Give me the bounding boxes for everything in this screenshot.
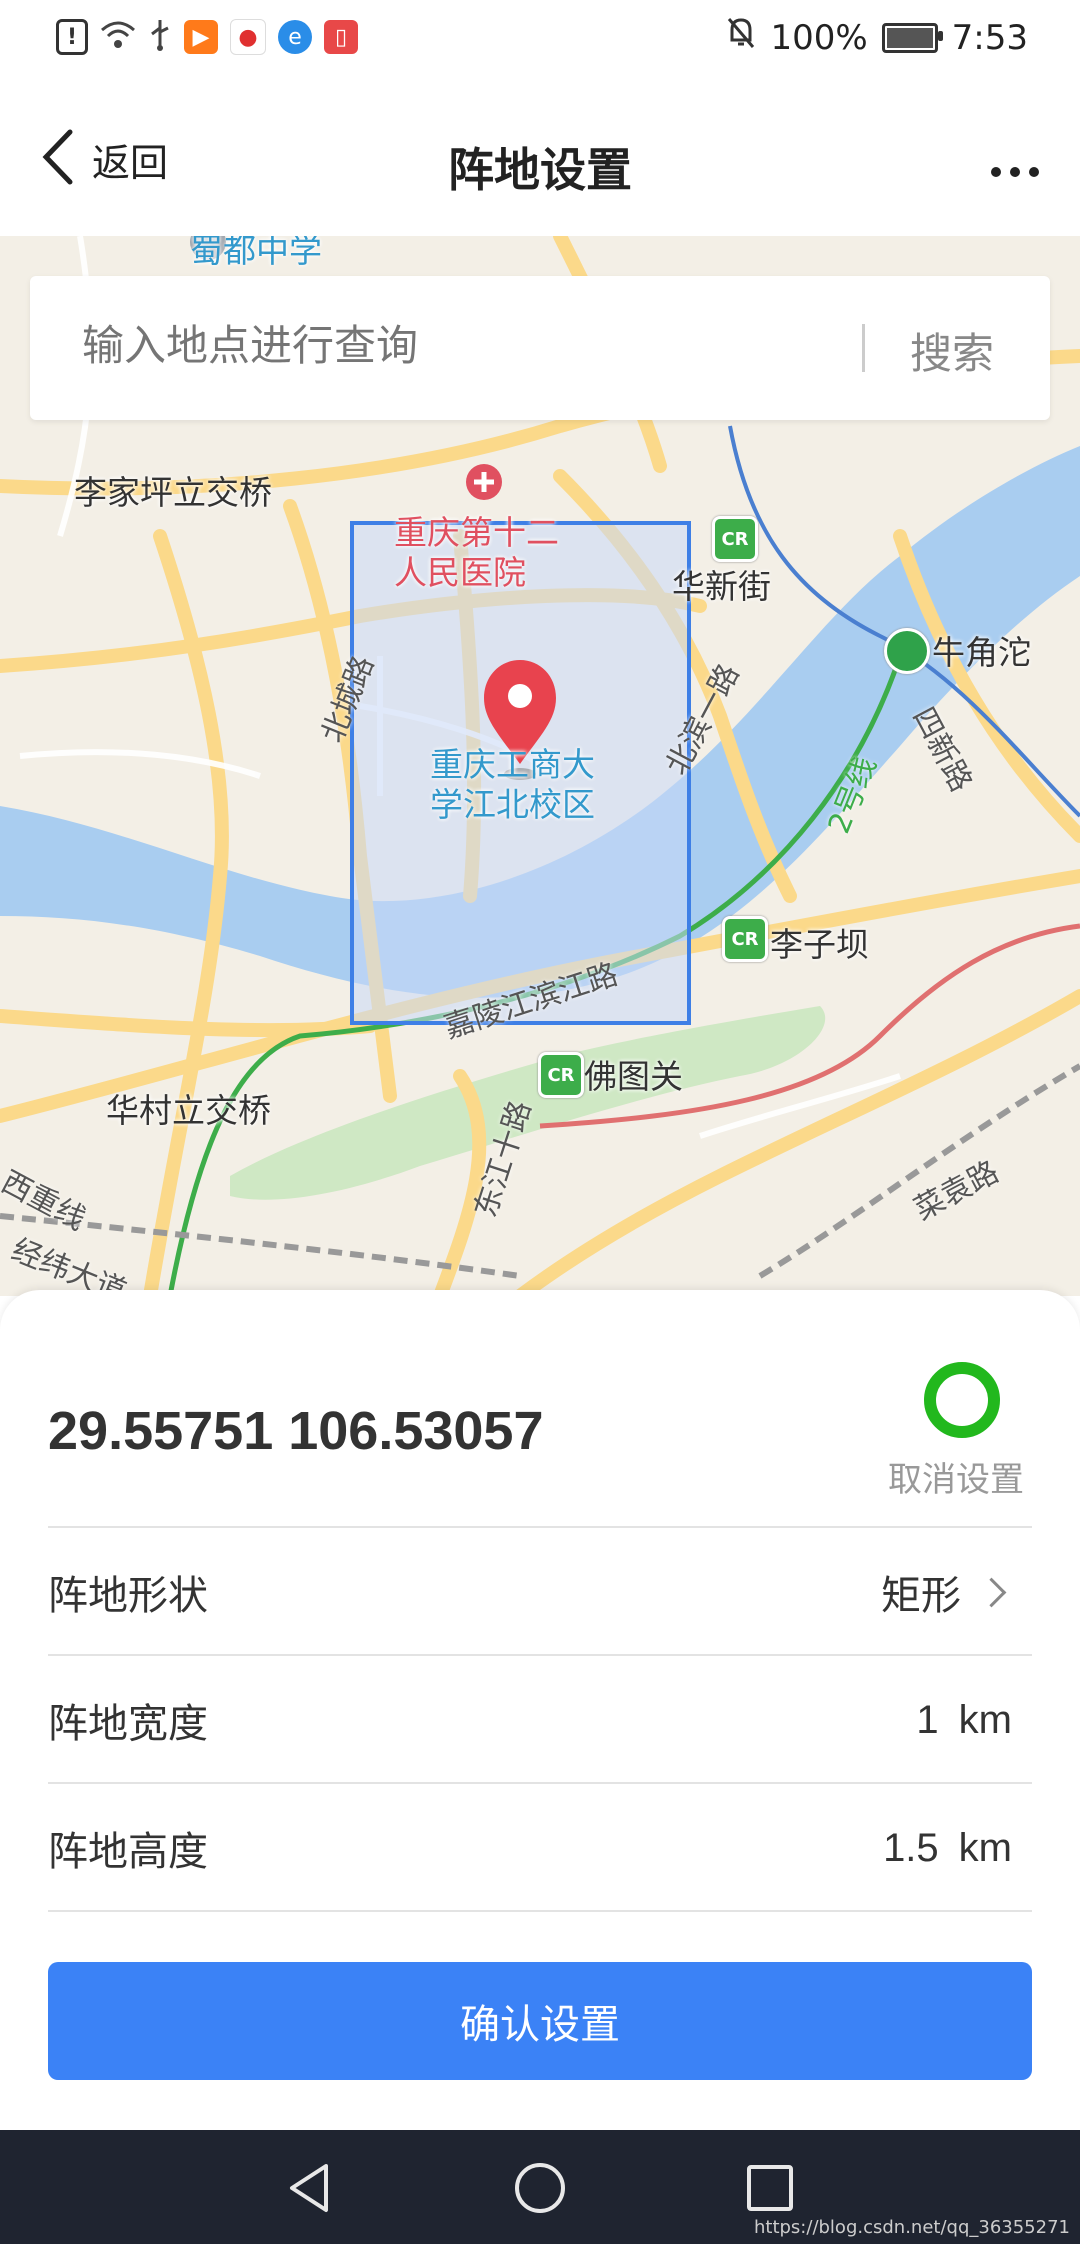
system-back-button[interactable]	[282, 2160, 338, 2216]
chevron-right-icon	[976, 1577, 1007, 1607]
map-label-niujiaotuo: 牛角沱	[932, 633, 1031, 672]
row-shape-value-wrap: 矩形	[881, 1563, 1012, 1621]
cancel-settings-icon[interactable]	[924, 1362, 1000, 1438]
map-label-futuguan: 佛图关	[584, 1057, 683, 1096]
more-dots-icon	[991, 167, 1039, 177]
coordinates-text: 29.55751 106.53057	[48, 1401, 544, 1461]
status-bar: ! ▶ ● e ▯ 100% 7:53	[0, 0, 1080, 80]
row-height-unit: km	[958, 1825, 1012, 1870]
confirm-settings-button[interactable]: 确认设置	[48, 1962, 1032, 2080]
row-height-value-wrap: 1.5 km	[883, 1826, 1012, 1871]
map-label-school-2: 学江北校区	[430, 785, 595, 824]
system-recents-button[interactable]	[742, 2160, 798, 2216]
map-label-lijiaping: 李家坪立交桥	[74, 473, 272, 512]
alert-icon: !	[56, 19, 88, 55]
row-shape[interactable]: 阵地形状 矩形	[48, 1526, 1032, 1656]
watermark: https://blog.csdn.net/qq_36355271	[753, 2217, 1070, 2238]
hospital-marker-icon	[466, 464, 502, 500]
map-label-liziba: 李子坝	[770, 925, 869, 964]
row-height[interactable]: 阵地高度 1.5 km	[48, 1782, 1032, 1912]
battery-percent: 100%	[770, 17, 868, 58]
map-label-hospital-2: 人民医院	[394, 553, 526, 592]
row-width-unit: km	[958, 1697, 1012, 1742]
triangle-back-icon	[290, 2164, 328, 2212]
usb-icon	[148, 18, 172, 56]
square-recents-icon	[747, 2165, 793, 2211]
cancel-settings-button[interactable]: 取消设置	[888, 1452, 1024, 1501]
more-options-button[interactable]	[990, 142, 1040, 188]
transfer-station-icon	[884, 628, 930, 674]
row-width-label: 阵地宽度	[48, 1701, 208, 1747]
status-icons-left: ! ▶ ● e ▯	[56, 18, 358, 56]
row-shape-value: 矩形	[881, 1573, 961, 1619]
row-height-value: 1.5	[883, 1825, 939, 1870]
search-button[interactable]: 搜索	[910, 320, 994, 381]
row-width-value-wrap: 1 km	[916, 1698, 1012, 1743]
search-input[interactable]	[80, 320, 864, 371]
reader-app-icon: ▯	[324, 20, 358, 54]
browser-app-icon: e	[278, 20, 312, 54]
chevron-left-icon	[40, 128, 74, 190]
back-label: 返回	[92, 140, 169, 185]
system-nav-bar: https://blog.csdn.net/qq_36355271	[0, 2130, 1080, 2244]
metro-station-icon: CR	[538, 1052, 584, 1098]
map-app-icon: ●	[230, 19, 266, 55]
wifi-icon	[100, 20, 136, 54]
metro-station-icon: CR	[712, 516, 758, 562]
row-divider	[48, 1910, 1032, 1912]
mute-bell-icon	[726, 16, 756, 59]
row-height-label: 阵地高度	[48, 1829, 208, 1875]
row-width-value: 1	[916, 1697, 939, 1742]
search-bar: 搜索	[30, 276, 1050, 420]
map-label-huacun: 华村立交桥	[106, 1091, 271, 1130]
nav-bar: 返回 阵地设置	[0, 80, 1080, 236]
clock: 7:53	[951, 17, 1028, 58]
system-home-button[interactable]	[512, 2160, 568, 2216]
settings-panel: 29.55751 106.53057 取消设置 阵地形状 矩形 阵地宽度 1 k…	[0, 1290, 1080, 2130]
status-icons-right: 100% 7:53	[726, 16, 1028, 59]
row-shape-label: 阵地形状	[48, 1573, 208, 1619]
circle-home-icon	[515, 2163, 565, 2213]
battery-icon	[881, 22, 943, 53]
map-label-top: 蜀都中学	[190, 236, 322, 270]
battery-fill	[886, 27, 933, 48]
play-app-icon: ▶	[184, 20, 218, 54]
back-button[interactable]: 返回	[40, 128, 168, 190]
map-label-huaxinjie: 华新街	[672, 567, 771, 606]
metro-station-icon: CR	[722, 916, 768, 962]
search-divider	[862, 324, 865, 372]
row-width[interactable]: 阵地宽度 1 km	[48, 1654, 1032, 1784]
